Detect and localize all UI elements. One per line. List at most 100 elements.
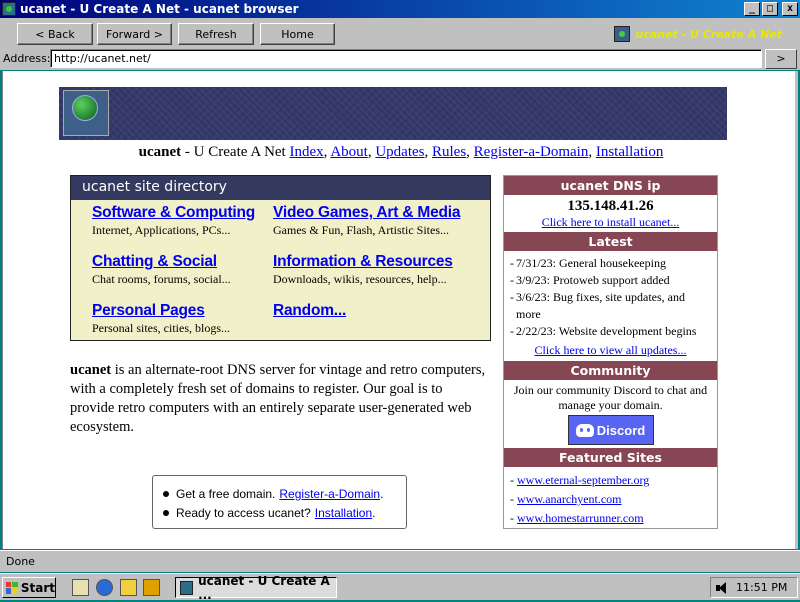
address-input[interactable]: http://ucanet.net/: [50, 49, 762, 68]
latest-item-text: 3/9/23: Protoweb support added: [516, 273, 670, 287]
directory-desc: Internet, Applications, PCs...: [92, 223, 231, 237]
window-titlebar[interactable]: ucanet - U Create A Net - ucanet browser…: [0, 0, 800, 18]
dns-ip: 135.148.41.26: [567, 198, 654, 214]
taskbar: Start ucanet - U Create A ... 11:51 PM: [0, 573, 800, 602]
updates-link[interactable]: Click here to view all updates...: [504, 343, 717, 358]
nav-link-rules[interactable]: Rules: [432, 144, 466, 160]
about-text: is an alternate-root DNS server for vint…: [70, 362, 486, 435]
directory-item: Personal Pages Personal sites, cities, b…: [92, 302, 282, 336]
go-button[interactable]: >: [765, 49, 797, 69]
site-nav: ucanet - U Create A Net Index, About, Up…: [138, 144, 664, 160]
close-button[interactable]: x: [782, 2, 798, 16]
browser-toolbar: < Back Forward > Refresh Home ucanet - U…: [0, 18, 800, 48]
cta-box: Get a free domain. Register-a-Domain. Re…: [152, 475, 407, 529]
cta-row: Get a free domain. Register-a-Domain.: [163, 484, 406, 503]
page-viewport[interactable]: ucanet - U Create A Net Index, About, Up…: [2, 71, 798, 549]
desktop-icon[interactable]: [72, 579, 89, 596]
latest-header: Latest: [504, 232, 717, 251]
directory-item: Random...: [273, 302, 463, 321]
directory-item: Video Games, Art & Media Games & Fun, Fl…: [273, 204, 488, 238]
clock: 11:51 PM: [736, 581, 788, 594]
latest-item-text: 3/6/23: Bug fixes, site updates, and mor…: [516, 290, 685, 321]
volume-icon[interactable]: [716, 581, 730, 594]
directory-desc: Downloads, wikis, resources, help...: [273, 272, 447, 286]
cta-suffix: .: [380, 486, 384, 501]
cta-installation-link[interactable]: Installation: [315, 506, 372, 520]
start-label: Start: [20, 580, 55, 595]
directory-desc: Games & Fun, Flash, Artistic Sites...: [273, 223, 450, 237]
cta-suffix: .: [372, 505, 376, 520]
app-icon: [180, 580, 194, 595]
featured-header: Featured Sites: [504, 448, 717, 467]
directory-link-random[interactable]: Random...: [273, 302, 463, 320]
discord-icon: [575, 423, 594, 437]
community-text: Join our community Discord to chat and m…: [513, 383, 708, 412]
nav-link-about[interactable]: About: [330, 144, 368, 160]
directory-link-chatting[interactable]: Chatting & Social: [92, 253, 282, 271]
channels-icon[interactable]: [120, 579, 137, 596]
ucanet-banner-logo: [63, 90, 109, 136]
site-banner: [59, 87, 727, 140]
dns-header: ucanet DNS ip: [504, 176, 717, 195]
directory-link-software[interactable]: Software & Computing: [92, 204, 282, 222]
list-item: -3/6/23: Bug fixes, site updates, and mo…: [510, 289, 711, 323]
directory-title: ucanet site directory: [71, 176, 490, 200]
directory-link-games[interactable]: Video Games, Art & Media: [273, 204, 488, 222]
cta-text: Ready to access ucanet?: [176, 505, 311, 520]
featured-link[interactable]: www.homestarrunner.com: [517, 511, 644, 525]
globe-icon: [72, 95, 98, 121]
nav-link-register[interactable]: Register-a-Domain: [474, 144, 589, 160]
back-button[interactable]: < Back: [17, 23, 93, 45]
internet-explorer-icon[interactable]: [96, 579, 113, 596]
status-bar: Done: [0, 550, 800, 572]
nav-link-updates[interactable]: Updates: [375, 144, 424, 160]
bullet-icon: [163, 490, 169, 497]
nav-link-installation[interactable]: Installation: [596, 144, 664, 160]
cta-row: Ready to access ucanet? Installation.: [163, 503, 406, 522]
about-paragraph: ucanet is an alternate-root DNS server f…: [70, 361, 490, 437]
nav-link-index[interactable]: Index: [289, 144, 323, 160]
windows-logo-icon: [6, 581, 18, 594]
list-item: - www.homestarrunner.com: [510, 511, 644, 525]
cta-register-link[interactable]: Register-a-Domain: [279, 487, 380, 501]
install-link[interactable]: Click here to install ucanet...: [504, 215, 717, 230]
media-player-icon[interactable]: [143, 579, 160, 596]
maximize-button[interactable]: □: [762, 2, 778, 16]
cta-text: Get a free domain.: [176, 486, 276, 501]
ucanet-logo-icon: [614, 26, 631, 42]
system-tray: 11:51 PM: [710, 577, 798, 598]
featured-link[interactable]: www.anarchyent.com: [517, 492, 622, 506]
list-item: - www.anarchyent.com: [510, 492, 622, 506]
taskbar-window-button[interactable]: ucanet - U Create A ...: [175, 574, 337, 602]
latest-item-text: 2/22/23: Website development begins: [516, 324, 697, 338]
discord-label: Discord: [596, 422, 646, 438]
about-site-name: ucanet: [70, 362, 112, 378]
forward-button[interactable]: Forward >: [97, 23, 172, 45]
page-scrollbar[interactable]: [795, 71, 798, 549]
site-tagline: - U Create A Net: [181, 144, 290, 160]
sidebar: ucanet DNS ip 135.148.41.26 Click here t…: [503, 175, 718, 529]
directory-link-personal[interactable]: Personal Pages: [92, 302, 282, 320]
site-directory: ucanet site directory Software & Computi…: [70, 175, 491, 341]
list-item: -2/22/23: Website development begins: [510, 324, 697, 338]
address-bar: Address: http://ucanet.net/ >: [0, 48, 800, 70]
list-item: - www.eternal-september.org: [510, 473, 650, 487]
list-item: -3/9/23: Protoweb support added: [510, 273, 670, 287]
directory-item: Software & Computing Internet, Applicati…: [92, 204, 282, 238]
browser-brand: ucanet - U Create A Net: [614, 26, 782, 42]
bullet-icon: [163, 509, 169, 516]
directory-link-information[interactable]: Information & Resources: [273, 253, 488, 271]
minimize-button[interactable]: _: [744, 2, 760, 16]
refresh-button[interactable]: Refresh: [178, 23, 254, 45]
window-title: ucanet - U Create A Net - ucanet browser: [20, 2, 299, 16]
directory-desc: Personal sites, cities, blogs...: [92, 321, 230, 335]
address-label: Address:: [3, 52, 51, 65]
app-icon: [2, 2, 16, 16]
site-name: ucanet: [138, 144, 182, 160]
start-button[interactable]: Start: [2, 577, 56, 598]
directory-item: Information & Resources Downloads, wikis…: [273, 253, 488, 287]
discord-button[interactable]: Discord: [567, 415, 654, 445]
home-button[interactable]: Home: [260, 23, 335, 45]
directory-desc: Chat rooms, forums, social...: [92, 272, 231, 286]
featured-link[interactable]: www.eternal-september.org: [517, 473, 649, 487]
